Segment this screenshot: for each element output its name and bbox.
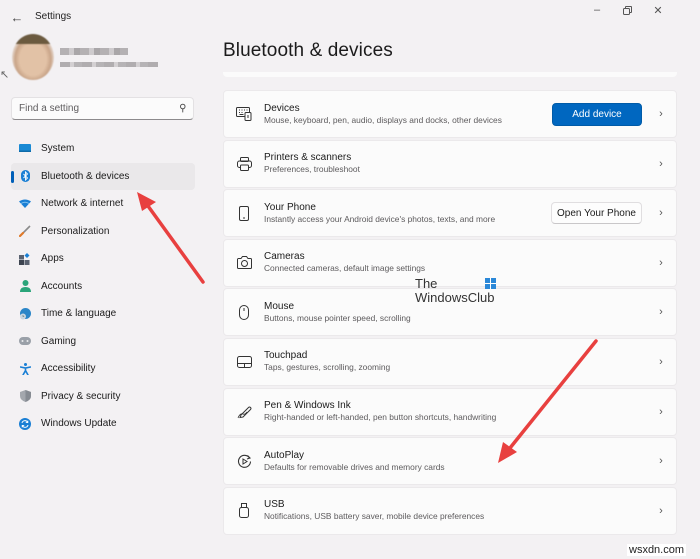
card-subtitle: Buttons, mouse pointer speed, scrolling — [264, 312, 411, 323]
system-icon — [19, 143, 31, 155]
sidebar-item-system[interactable]: System — [11, 135, 195, 163]
card-title: Printers & scanners — [264, 152, 352, 164]
sidebar-item-gaming[interactable]: Gaming — [11, 328, 195, 356]
apps-icon — [19, 252, 31, 265]
card-title: AutoPlay — [264, 449, 305, 461]
chevron-right-icon: › — [659, 455, 663, 468]
camera-icon — [234, 256, 254, 270]
card-devices[interactable]: Devices Mouse, keyboard, pen, audio, dis… — [223, 90, 677, 138]
printer-icon — [234, 156, 254, 171]
add-device-button[interactable]: Add device — [552, 102, 642, 126]
title-bar: ← Settings – ✕ — [0, 0, 700, 34]
restore-button[interactable] — [612, 0, 642, 20]
devices-icon — [234, 107, 254, 121]
card-subtitle: Preferences, troubleshoot — [264, 164, 360, 175]
card-usb[interactable]: USB Notifications, USB battery saver, mo… — [223, 486, 677, 535]
card-subtitle: Defaults for removable drives and memory… — [264, 461, 445, 472]
back-arrow-icon: ← — [10, 9, 24, 25]
card-title: Your Phone — [264, 201, 316, 213]
windows-logo-icon — [485, 278, 496, 289]
mouse-cursor-icon: ↖ — [0, 69, 10, 81]
autoplay-icon — [234, 454, 254, 469]
mouse-icon — [234, 304, 254, 320]
card-pen-windows-ink[interactable]: Pen & Windows Ink Right-handed or left-h… — [223, 387, 677, 436]
bluetooth-icon — [19, 170, 31, 183]
card-your-phone[interactable]: Your Phone Instantly access your Android… — [223, 189, 677, 238]
sidebar-item-windows-update[interactable]: Windows Update — [11, 410, 195, 438]
profile-email-blurred — [60, 62, 158, 67]
card-title: Pen & Windows Ink — [264, 400, 351, 412]
globe-clock-icon — [19, 307, 31, 320]
scrolled-card-edge — [223, 72, 677, 77]
open-your-phone-button[interactable]: Open Your Phone — [551, 202, 642, 225]
sidebar-nav: System Bluetooth & devices Network & int… — [11, 135, 195, 438]
card-subtitle: Instantly access your Android device's p… — [264, 213, 496, 224]
search-box[interactable]: ⚲ — [11, 97, 194, 120]
page-title: Bluetooth & devices — [223, 40, 393, 61]
accessibility-icon — [19, 362, 31, 375]
site-watermark: wsxdn.com — [627, 544, 687, 556]
card-autoplay[interactable]: AutoPlay Defaults for removable drives a… — [223, 437, 677, 486]
card-title: Touchpad — [264, 350, 308, 362]
card-subtitle: Connected cameras, default image setting… — [264, 263, 426, 274]
card-title: Cameras — [264, 251, 305, 263]
pen-icon — [234, 404, 254, 419]
sidebar-item-personalization[interactable]: Personalization — [11, 218, 195, 246]
chevron-right-icon: › — [659, 157, 663, 170]
card-title: Devices — [264, 102, 300, 114]
close-icon: ✕ — [653, 4, 663, 17]
card-touchpad[interactable]: Touchpad Taps, gestures, scrolling, zoom… — [223, 337, 677, 386]
close-button[interactable]: ✕ — [643, 0, 673, 20]
update-icon — [19, 417, 31, 430]
card-subtitle: Taps, gestures, scrolling, zooming — [264, 362, 391, 373]
sidebar-item-apps[interactable]: Apps — [11, 245, 195, 273]
restore-icon — [622, 5, 632, 15]
card-subtitle: Notifications, USB battery saver, mobile… — [264, 511, 485, 522]
settings-card-list: Devices Mouse, keyboard, pen, audio, dis… — [223, 90, 677, 536]
chevron-right-icon: › — [659, 256, 663, 269]
phone-icon — [234, 205, 254, 221]
card-subtitle: Right-handed or left-handed, pen button … — [264, 412, 497, 423]
wifi-icon — [19, 198, 31, 210]
brush-icon — [19, 225, 31, 238]
profile-name-blurred — [60, 48, 128, 55]
sidebar-item-time-language[interactable]: Time & language — [11, 300, 195, 328]
usb-icon — [234, 503, 254, 519]
search-input[interactable] — [19, 103, 179, 114]
sidebar-item-bluetooth-devices[interactable]: Bluetooth & devices — [11, 162, 195, 190]
back-button[interactable]: ← — [8, 8, 26, 26]
chevron-right-icon: › — [659, 306, 663, 319]
shield-icon — [19, 390, 31, 403]
chevron-right-icon: › — [659, 355, 663, 368]
sidebar-item-network-internet[interactable]: Network & internet — [11, 190, 195, 218]
minimize-icon: – — [593, 4, 601, 16]
chevron-right-icon: › — [659, 207, 663, 220]
card-subtitle: Mouse, keyboard, pen, audio, displays an… — [264, 114, 502, 125]
card-printers-scanners[interactable]: Printers & scanners Preferences, trouble… — [223, 139, 677, 188]
chevron-right-icon: › — [659, 405, 663, 418]
gamepad-icon — [19, 335, 31, 347]
sidebar-item-privacy-security[interactable]: Privacy & security — [11, 383, 195, 411]
chevron-right-icon: › — [659, 108, 663, 120]
chevron-right-icon: › — [659, 504, 663, 517]
app-title: Settings — [35, 11, 72, 22]
card-title: USB — [264, 499, 285, 511]
sidebar-item-accounts[interactable]: Accounts — [11, 273, 195, 301]
person-icon — [19, 280, 31, 293]
minimize-button[interactable]: – — [582, 0, 612, 20]
sidebar-item-accessibility[interactable]: Accessibility — [11, 355, 195, 383]
twc-watermark: The WindowsClub — [415, 276, 495, 305]
avatar[interactable] — [12, 34, 54, 80]
touchpad-icon — [234, 355, 254, 368]
search-icon[interactable]: ⚲ — [179, 103, 186, 114]
